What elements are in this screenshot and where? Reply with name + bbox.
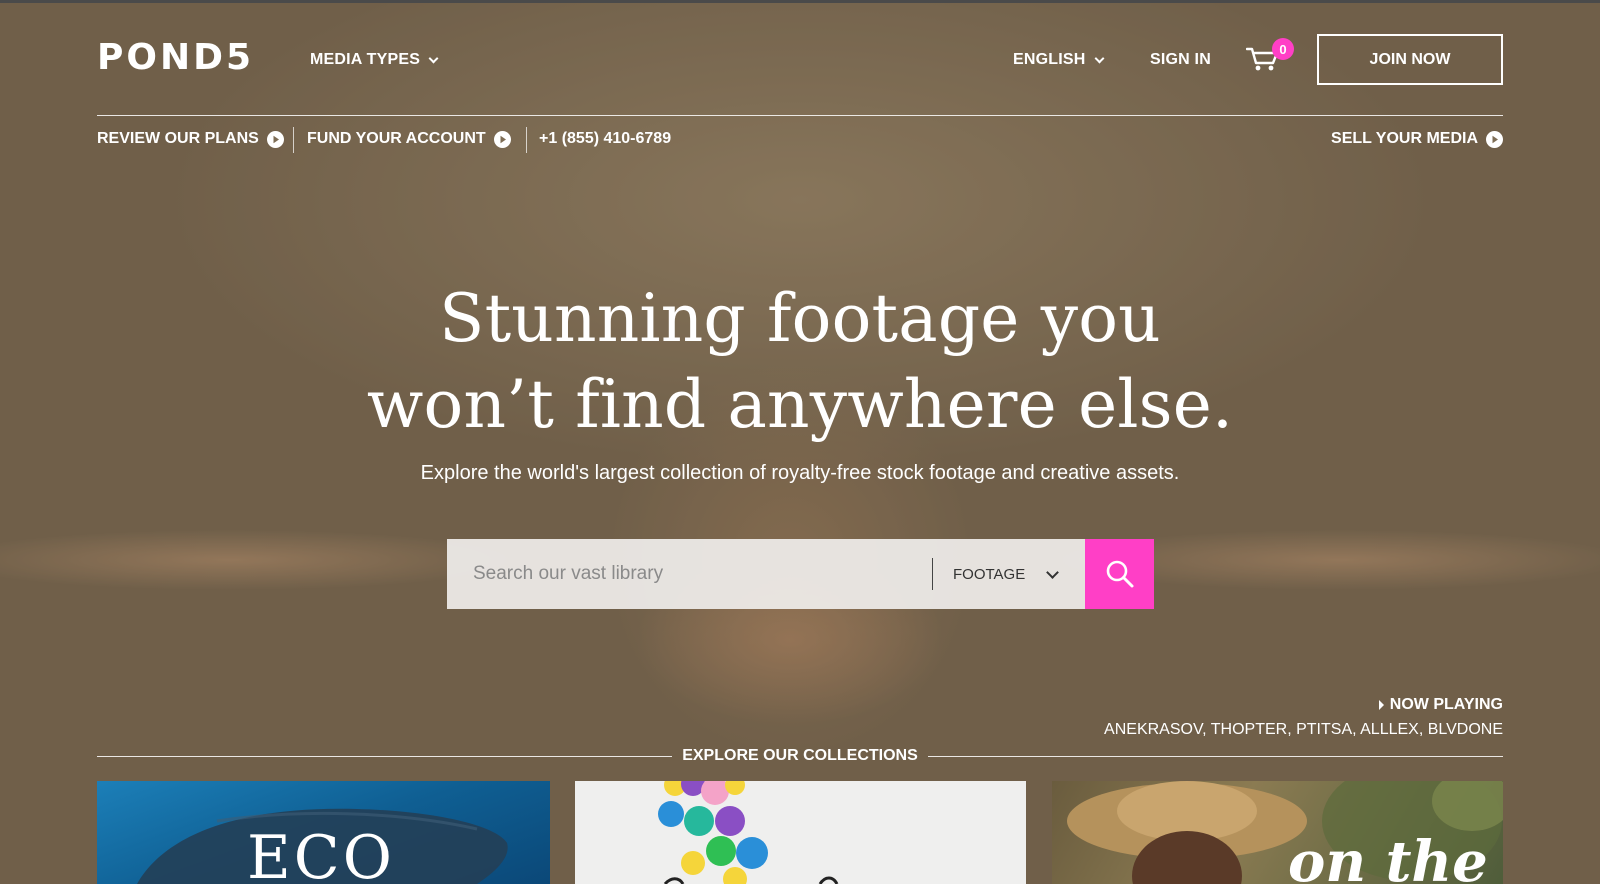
subnav-divider <box>293 127 294 153</box>
sell-media-label: SELL YOUR MEDIA <box>1331 130 1478 147</box>
language-menu[interactable]: ENGLISH <box>1013 51 1104 69</box>
explore-divider-right <box>928 756 1503 757</box>
review-plans-link[interactable]: REVIEW OUR PLANS <box>97 130 284 148</box>
play-triangle-icon <box>1378 700 1384 710</box>
play-circle-icon <box>493 130 511 148</box>
play-circle-icon <box>1486 130 1503 148</box>
search-icon <box>1106 560 1133 588</box>
collection-card-eco[interactable]: ECO <box>97 781 550 884</box>
collection-card-on-the[interactable]: on the <box>1052 781 1503 884</box>
join-now-button[interactable]: JOIN NOW <box>1317 34 1503 85</box>
search-button[interactable] <box>1085 539 1154 609</box>
phone-label: +1 (855) 410-6789 <box>539 130 672 147</box>
sign-in-link[interactable]: SIGN IN <box>1150 51 1211 69</box>
chevron-down-icon <box>1094 53 1104 63</box>
subnav-divider <box>526 127 527 153</box>
top-border <box>0 0 1600 3</box>
media-types-menu[interactable]: MEDIA TYPES <box>310 51 439 69</box>
headline-line-2: won’t find anywhere else. <box>366 366 1234 443</box>
balloons-image <box>658 781 839 884</box>
hero-headline: Stunning footage you won’t find anywhere… <box>0 276 1600 448</box>
chevron-down-icon <box>1046 566 1059 579</box>
search-bar: FOOTAGE <box>447 539 1085 609</box>
phone-number[interactable]: +1 (855) 410-6789 <box>539 130 671 148</box>
on-the-card-title: on the <box>1288 829 1488 884</box>
pond5-logo[interactable]: POND5 <box>97 40 254 76</box>
sell-media-link[interactable]: SELL YOUR MEDIA <box>1331 130 1503 148</box>
now-playing-label: NOW PLAYING <box>1389 696 1503 713</box>
fund-account-label: FUND YOUR ACCOUNT <box>307 130 486 147</box>
media-type-select[interactable]: FOOTAGE <box>933 539 1085 609</box>
now-playing-link[interactable]: NOW PLAYING <box>1378 696 1503 714</box>
explore-divider-left <box>97 756 672 757</box>
headline-line-1: Stunning footage you <box>439 280 1161 357</box>
eco-card-title: ECO <box>247 823 395 884</box>
media-type-value: FOOTAGE <box>953 565 1026 583</box>
chevron-down-icon <box>428 53 439 63</box>
language-label: ENGLISH <box>1013 51 1086 68</box>
media-types-label: MEDIA TYPES <box>310 51 421 68</box>
header-divider <box>97 115 1503 116</box>
play-circle-icon <box>266 130 284 148</box>
hero-subheadline: Explore the world's largest collection o… <box>420 462 1180 484</box>
review-plans-label: REVIEW OUR PLANS <box>97 130 259 147</box>
search-input[interactable] <box>447 539 932 609</box>
explore-collections-heading: EXPLORE OUR COLLECTIONS <box>682 747 918 764</box>
now-playing-credits: ANEKRASOV, THOPTER, PTITSA, ALLLEX, BLVD… <box>1104 721 1503 738</box>
collection-card-balloons[interactable] <box>575 781 1026 884</box>
sign-in-label: SIGN IN <box>1150 51 1211 68</box>
fund-account-link[interactable]: FUND YOUR ACCOUNT <box>307 130 511 148</box>
cart-count-badge: 0 <box>1272 38 1294 60</box>
